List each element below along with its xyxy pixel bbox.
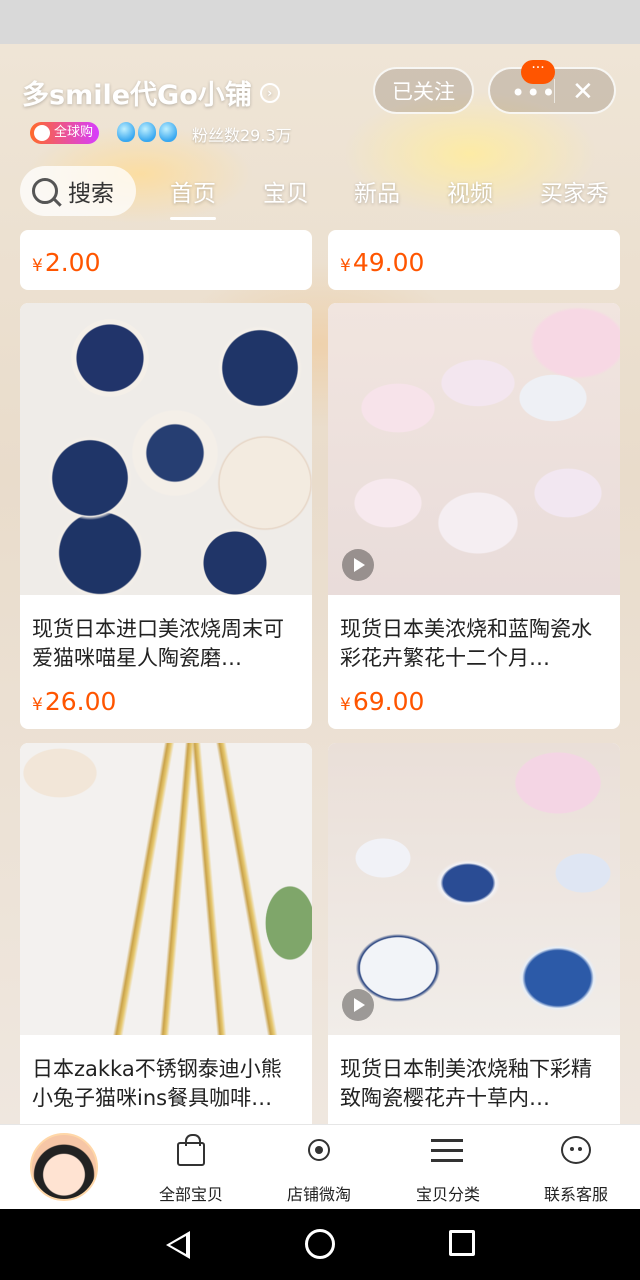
product-card[interactable]: 现货日本进口美浓烧周末可爱猫咪喵星人陶瓷磨… ¥26.00 [20, 303, 312, 729]
system-nav-bar [0, 1209, 640, 1280]
price-value: 49.00 [352, 248, 425, 277]
product-card[interactable]: ¥2.00 [20, 230, 312, 290]
diamond-icon [117, 122, 135, 142]
nav-label: 联系客服 [543, 1185, 608, 1204]
chat-icon [559, 1133, 593, 1167]
close-icon[interactable]: ✕ [572, 77, 594, 107]
global-buy-tag: 全球购 [30, 122, 100, 144]
product-card[interactable]: 现货日本美浓烧和蓝陶瓷水彩花卉繁花十二个月… ¥69.00 [328, 303, 620, 729]
tab-new[interactable]: 新品 [354, 174, 400, 208]
search-icon [32, 178, 58, 204]
currency-symbol: ¥ [32, 695, 43, 715]
recent-apps-icon[interactable] [449, 1230, 475, 1256]
product-image [328, 743, 620, 1035]
nav-categories[interactable]: 宝贝分类 [393, 1133, 503, 1205]
nav-all-items[interactable]: 全部宝贝 [136, 1133, 246, 1205]
shopping-bag-icon [174, 1133, 208, 1167]
product-card[interactable]: 日本zakka不锈钢泰迪小熊小兔子猫咪ins餐具咖啡… [20, 743, 312, 1124]
product-card[interactable]: 现货日本制美浓烧釉下彩精致陶瓷樱花卉十草内… [328, 743, 620, 1124]
price-value: 2.00 [44, 248, 101, 277]
product-price: ¥26.00 [32, 687, 116, 716]
currency-symbol: ¥ [32, 256, 43, 276]
nav-label: 店铺微淘 [286, 1185, 351, 1204]
shop-avatar[interactable] [30, 1133, 98, 1201]
tab-home[interactable]: 首页 [170, 174, 216, 220]
currency-symbol: ¥ [340, 695, 351, 715]
broadcast-icon [302, 1133, 336, 1167]
list-icon [431, 1133, 465, 1167]
search-label: 搜索 [68, 181, 114, 207]
status-bar [0, 0, 640, 44]
product-image [328, 303, 620, 595]
product-price: ¥49.00 [340, 248, 424, 277]
nav-customer-service[interactable]: 联系客服 [521, 1133, 631, 1205]
play-icon[interactable] [342, 549, 374, 581]
product-price: ¥69.00 [340, 687, 424, 716]
product-image [20, 303, 312, 595]
shop-name-text: 多smile代Go小铺 [22, 80, 252, 111]
price-value: 26.00 [44, 687, 117, 716]
nav-shop-feed[interactable]: 店铺微淘 [264, 1133, 374, 1205]
search-button[interactable]: 搜索 [20, 166, 136, 216]
notification-badge: ··· [521, 60, 555, 84]
fans-count: 粉丝数29.3万 [192, 126, 292, 145]
capsule-divider [554, 79, 555, 103]
back-icon[interactable] [166, 1231, 190, 1259]
product-title: 日本zakka不锈钢泰迪小熊小兔子猫咪ins餐具咖啡… [32, 1057, 282, 1110]
diamond-icon [159, 122, 177, 142]
product-price: ¥2.00 [32, 248, 101, 277]
chevron-right-icon: › [259, 82, 280, 103]
tab-video[interactable]: 视频 [447, 174, 493, 208]
product-image [20, 743, 312, 1035]
shop-bottom-nav: 全部宝贝 店铺微淘 宝贝分类 联系客服 [0, 1124, 640, 1209]
diamond-icon [138, 122, 156, 142]
price-value: 69.00 [352, 687, 425, 716]
shop-name[interactable]: 多smile代Go小铺 › [22, 73, 280, 112]
tab-buyer-show[interactable]: 买家秀 [540, 174, 609, 208]
follow-button[interactable]: 已关注 [373, 67, 474, 114]
product-title: 现货日本制美浓烧釉下彩精致陶瓷樱花卉十草内… [340, 1057, 592, 1110]
shop-rating [117, 122, 177, 142]
tab-items[interactable]: 宝贝 [263, 174, 309, 208]
product-title: 现货日本进口美浓烧周末可爱猫咪喵星人陶瓷磨… [32, 617, 284, 670]
nav-label: 全部宝贝 [158, 1185, 223, 1204]
product-title: 现货日本美浓烧和蓝陶瓷水彩花卉繁花十二个月… [340, 617, 592, 670]
product-card[interactable]: ¥49.00 [328, 230, 620, 290]
nav-label: 宝贝分类 [415, 1185, 480, 1204]
play-icon[interactable] [342, 989, 374, 1021]
currency-symbol: ¥ [340, 256, 351, 276]
home-icon[interactable] [305, 1229, 335, 1259]
